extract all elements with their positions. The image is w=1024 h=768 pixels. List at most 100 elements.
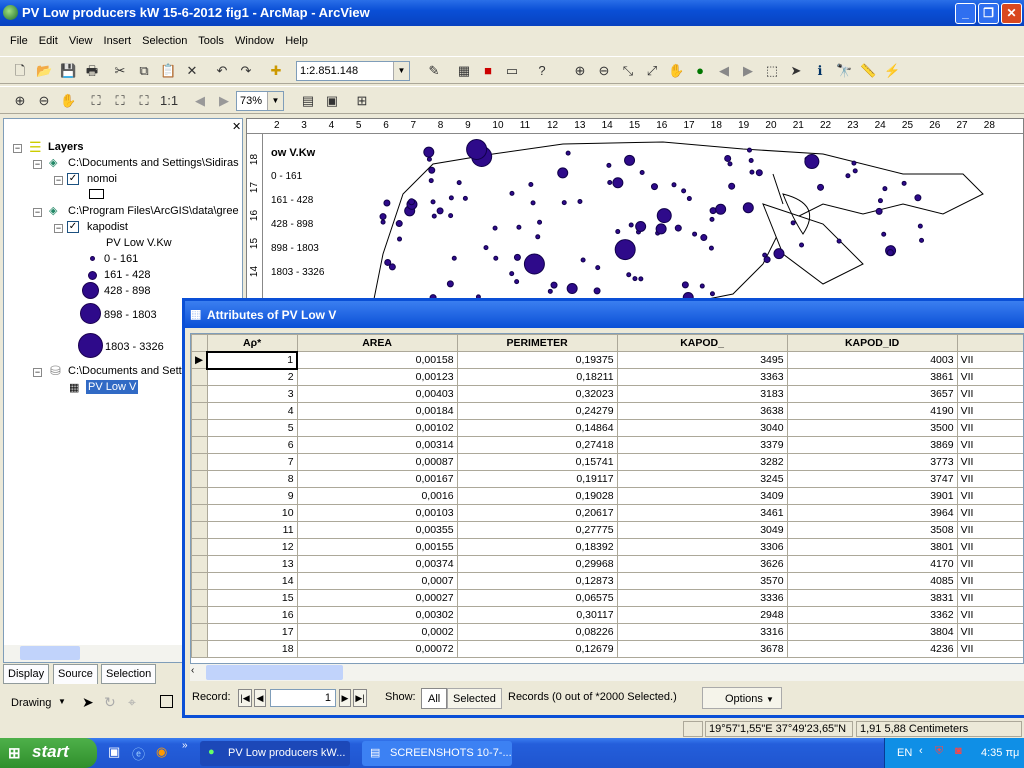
row-selector[interactable] <box>191 419 208 437</box>
table-row[interactable]: 8 0,00167 0,19117 3245 3747 VII <box>191 470 1023 488</box>
table-cell[interactable]: 3245 <box>616 470 788 488</box>
rectangle-icon[interactable] <box>160 695 173 708</box>
table-cell[interactable]: 3049 <box>616 521 788 539</box>
tray-expand-icon[interactable]: ‹ <box>919 745 923 757</box>
focus-data-frame-icon[interactable]: ▣ <box>324 93 340 109</box>
table-cell[interactable]: VII <box>956 487 1023 505</box>
table-cell[interactable]: 3869 <box>786 436 958 454</box>
table-cell[interactable]: 0,00374 <box>296 555 458 573</box>
table-cell[interactable]: 14 <box>206 572 298 590</box>
ie-icon[interactable]: ⓔ <box>132 744 145 763</box>
collapse-icon[interactable]: − <box>54 176 63 185</box>
pan-icon[interactable]: ✋ <box>668 63 684 79</box>
zoom-in-icon[interactable]: ⊕ <box>572 63 588 79</box>
table-cell[interactable]: 7 <box>206 453 298 471</box>
table-cell[interactable]: VII <box>956 504 1023 522</box>
row-selector[interactable] <box>191 368 208 386</box>
collapse-icon[interactable]: − <box>54 224 63 233</box>
row-selector[interactable]: ▶ <box>191 351 208 369</box>
column-header[interactable]: Αρ* <box>206 334 298 352</box>
table-cell[interactable]: 0,0007 <box>296 572 458 590</box>
column-header[interactable] <box>956 334 1023 352</box>
table-row[interactable]: 5 0,00102 0,14864 3040 3500 VII <box>191 419 1023 437</box>
table-cell[interactable]: 2948 <box>616 606 788 624</box>
toc-layer-nomoi[interactable]: nomoi <box>87 173 117 185</box>
table-cell[interactable]: 0,12873 <box>456 572 618 590</box>
map-view[interactable]: 2 3 4 5 6 7 8 9 10 11 12 13 14 15 16 17 18 19 20 21 22 23 24 25… <box>246 118 1024 302</box>
language-indicator[interactable]: EN <box>897 747 912 759</box>
previous-record-button[interactable]: ◀ <box>254 689 266 707</box>
select-elements-icon[interactable]: ➤ <box>82 694 94 711</box>
row-selector[interactable] <box>191 623 208 641</box>
table-row[interactable]: 12 0,00155 0,18392 3306 3801 VII <box>191 538 1023 556</box>
table-cell[interactable]: 3500 <box>786 419 958 437</box>
table-cell[interactable]: 10 <box>206 504 298 522</box>
arctoolbox-icon[interactable]: ■ <box>480 63 496 79</box>
collapse-icon[interactable]: − <box>33 368 42 377</box>
menu-edit[interactable]: Edit <box>39 35 58 47</box>
table-row[interactable]: 15 0,00027 0,06575 3336 3831 VII <box>191 589 1023 607</box>
table-row[interactable]: 7 0,00087 0,15741 3282 3773 VII <box>191 453 1023 471</box>
save-icon[interactable]: 💾 <box>60 63 76 79</box>
table-cell[interactable]: 0,00167 <box>296 470 458 488</box>
table-cell[interactable]: VII <box>956 572 1023 590</box>
show-all-button[interactable]: All <box>421 688 448 709</box>
table-cell[interactable]: 4085 <box>786 572 958 590</box>
table-cell[interactable]: 0,27775 <box>456 521 618 539</box>
toc-frame-2[interactable]: C:\Program Files\ArcGIS\data\gree <box>68 205 239 217</box>
table-cell[interactable]: 3495 <box>616 351 788 369</box>
row-selector[interactable] <box>191 555 208 573</box>
table-cell[interactable]: 0,00355 <box>296 521 458 539</box>
security-icon[interactable]: ⛨ <box>935 745 943 758</box>
table-row[interactable]: 9 0,0016 0,19028 3409 3901 VII <box>191 487 1023 505</box>
menu-help[interactable]: Help <box>285 35 308 47</box>
zoom-whole-page-icon[interactable]: ⛶ <box>88 93 104 109</box>
fixed-zoom-out-layout-icon[interactable]: ⛶ <box>136 93 152 109</box>
table-cell[interactable]: VII <box>956 470 1023 488</box>
table-cell[interactable]: 9 <box>206 487 298 505</box>
table-row[interactable]: ▶ 1 0,00158 0,19375 3495 4003 VII <box>191 350 1023 370</box>
table-cell[interactable]: VII <box>956 555 1023 573</box>
table-cell[interactable]: 3626 <box>616 555 788 573</box>
close-toc-icon[interactable]: ✕ <box>232 120 241 133</box>
paste-icon[interactable]: 📋 <box>160 63 176 79</box>
table-cell[interactable]: 3773 <box>786 453 958 471</box>
table-cell[interactable]: VII <box>956 368 1023 386</box>
row-selector[interactable] <box>191 470 208 488</box>
last-record-button[interactable]: ▶| <box>353 689 367 707</box>
table-row[interactable]: 14 0,0007 0,12873 3570 4085 VII <box>191 572 1023 590</box>
chevron-down-icon[interactable]: ▼ <box>267 92 283 110</box>
tab-selection[interactable]: Selection <box>101 664 157 684</box>
show-selected-button[interactable]: Selected <box>447 688 502 709</box>
collapse-icon[interactable]: − <box>33 208 42 217</box>
table-cell[interactable]: 3306 <box>616 538 788 556</box>
select-features-icon[interactable]: ⬚ <box>764 63 780 79</box>
table-cell[interactable]: 0,29968 <box>456 555 618 573</box>
table-horizontal-scrollbar[interactable]: ‹ <box>190 664 1024 681</box>
table-cell[interactable]: 2 <box>206 368 298 386</box>
minimize-button[interactable]: _ <box>955 3 976 24</box>
table-cell[interactable]: 16 <box>206 606 298 624</box>
table-cell[interactable]: 3282 <box>616 453 788 471</box>
zoom-out-icon[interactable]: ⊖ <box>596 63 612 79</box>
start-button[interactable]: ⊞ start <box>0 738 97 768</box>
table-row[interactable]: 10 0,00103 0,20617 3461 3964 VII <box>191 504 1023 522</box>
options-button[interactable]: Options ▼ <box>702 687 782 709</box>
row-selector[interactable] <box>191 521 208 539</box>
table-cell[interactable]: VII <box>956 589 1023 607</box>
close-button[interactable]: ✕ <box>1001 3 1022 24</box>
table-cell[interactable]: 0,08226 <box>456 623 618 641</box>
layout-zoom-combo[interactable]: 73% ▼ <box>236 91 284 111</box>
table-cell[interactable]: 0,30117 <box>456 606 618 624</box>
table-cell[interactable]: 0,00403 <box>296 385 458 403</box>
task-word[interactable]: ▤ SCREENSHOTS 10-7-... <box>362 741 512 766</box>
find-icon[interactable]: 🔭 <box>836 63 852 79</box>
scroll-left-icon[interactable]: ‹ <box>191 665 194 676</box>
undo-icon[interactable]: ↶ <box>214 63 230 79</box>
redo-icon[interactable]: ↷ <box>238 63 254 79</box>
toc-layer-kapodist[interactable]: kapodist <box>87 221 128 233</box>
table-cell[interactable]: 0,19028 <box>456 487 618 505</box>
task-arcmap[interactable]: ● PV Low producers kW... <box>200 741 350 766</box>
table-cell[interactable]: 4 <box>206 402 298 420</box>
table-cell[interactable]: 12 <box>206 538 298 556</box>
